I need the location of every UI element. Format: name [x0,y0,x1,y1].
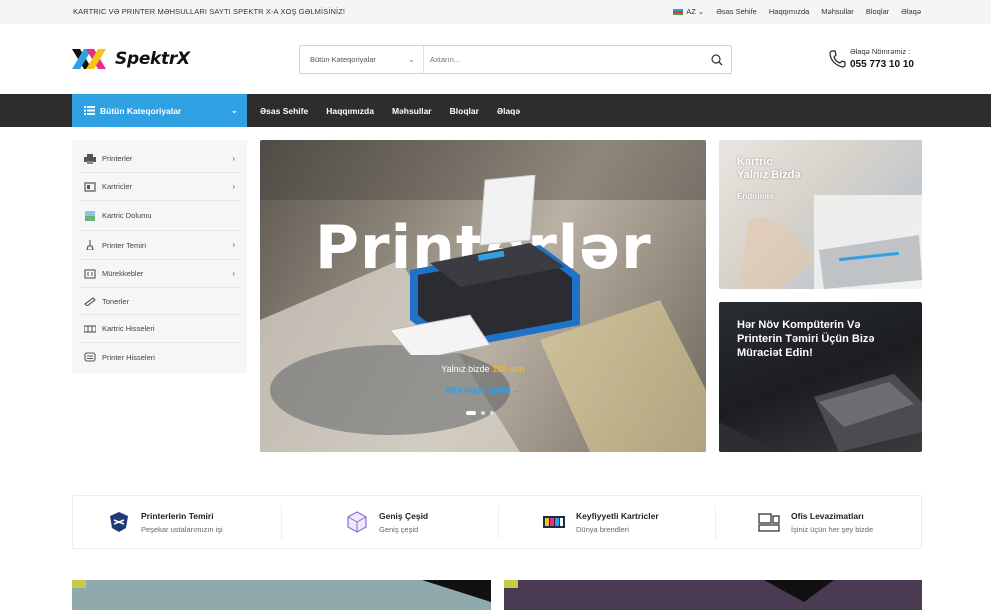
sidebar-item-cartridge-parts[interactable]: Kartric Hisseleri [80,315,241,343]
repair-icon [86,240,94,250]
feature-title: Ofis Levazimatları [791,510,864,521]
banner-cartridge[interactable]: Kartric Yalnız Bizdə Endirimlə [719,140,922,289]
category-sidebar: Printerler › Kartricler › Kartric Dolumu… [72,140,247,373]
slider-dot-3[interactable] [490,411,494,415]
top-link-products[interactable]: Məhsullar [821,7,854,16]
sidebar-item-cartridges[interactable]: Kartricler › [80,173,241,201]
sidebar-item-repair[interactable]: Printer Temiri › [80,231,241,260]
cartridge-icon [84,181,96,192]
main-nav: Bütün Kateqoriyalar ⌄ Əsas Sehife Haqqım… [0,94,991,127]
sidebar-item-printers[interactable]: Printerler › [80,145,241,173]
cartridge-parts-icon [84,324,96,333]
cube-icon [347,511,367,533]
nav-link-blogs[interactable]: Bloqlar [450,106,479,116]
search-button[interactable] [703,53,731,66]
banner-repair-title: Hər Növ Kompüterin Və Printerin Təmiri Ü… [737,319,875,359]
feature-cartridges: Keyfiyyetli Kartricler Dünya brendleri [542,496,659,548]
feature-office: Ofis Levazimatları İşiniz üçün her şey b… [757,496,873,548]
top-link-home[interactable]: Əsas Sehife [716,7,757,16]
slider-dot-2[interactable] [481,411,485,415]
bottom-banner-left-image [72,580,491,602]
sidebar-item-printer-parts[interactable]: Printer Hisseleri [80,343,241,371]
sidebar-item-toners[interactable]: Tonerler [80,288,241,315]
hero-promo-price: 100 azn [492,364,525,374]
sidebar-item-refill[interactable]: Kartric Dolumu [80,201,241,231]
contact-phone[interactable]: 055 773 10 10 [850,59,914,70]
top-link-about[interactable]: Haqqımızda [769,7,809,16]
nav-link-contact[interactable]: Əlaqə [497,106,520,116]
search-bar: Bütün Kateqoriyalar ⌄ [299,45,732,74]
chevron-right-icon: › [232,240,235,249]
office-supplies-icon [758,513,780,532]
refill-icon [85,210,95,221]
search-icon [711,53,723,65]
feature-repair: Printerlerin Temiri Peşekar ustalarımızı… [107,496,223,548]
search-input[interactable] [424,46,703,73]
chevron-down-icon: ⌄ [697,7,705,16]
nav-links: Əsas Sehife Haqqımızda Məhsullar Bloqlar… [260,94,520,127]
welcome-text: KARTRIC VƏ PRINTER MƏHSULLARI SAYTI SPEK… [73,7,346,16]
all-categories-button[interactable]: Bütün Kateqoriyalar ⌄ [72,94,247,127]
feature-divider [715,506,716,539]
repair-shield-icon [110,512,128,532]
printer-parts-icon [84,352,96,362]
hero-cta-link[interactable]: İNDİ KƏŞF EDİN! → [260,386,706,395]
top-link-blogs[interactable]: Bloqlar [866,7,889,16]
feature-divider [281,506,282,539]
feature-title: Keyfiyyetli Kartricler [576,510,659,521]
feature-subtitle: Geniş çeşid [379,524,419,534]
arrow-right-icon: → [512,386,521,395]
feature-subtitle: İşiniz üçün her şey bizde [791,524,874,534]
nav-link-about[interactable]: Haqqımızda [326,106,374,116]
category-select[interactable]: Bütün Kateqoriyalar ⌄ [300,46,424,73]
slider-dot-1[interactable] [466,411,476,415]
nav-link-products[interactable]: Məhsullar [392,106,432,116]
banner-repair[interactable]: Hər Növ Kompüterin Və Printerin Təmiri Ü… [719,302,922,452]
ink-icon [84,268,96,279]
cartridges-icon [543,516,565,528]
bottom-banner-right-image [504,580,834,602]
chevron-down-icon: ⌄ [230,105,238,115]
contact-block: Əlaqə Nömrəmiz : 055 773 10 10 [828,47,914,70]
printer-icon [84,153,96,164]
contact-label: Əlaqə Nömrəmiz : [850,47,911,56]
printer-illustration [390,175,580,355]
logo[interactable]: SpektrX [72,49,190,69]
hero-slider[interactable]: Printerlər Yalnız bizde 100 azn İNDİ KƏŞ… [260,140,706,452]
banner-cartridge-subtitle: Endirimlə [737,192,774,201]
features-bar: Printerlerin Temiri Peşekar ustalarımızı… [72,495,922,549]
chevron-right-icon: › [232,182,235,191]
hero-promo: Yalnız bizde 100 azn [441,364,525,374]
nav-link-home[interactable]: Əsas Sehife [260,106,308,116]
feature-title: Geniş Çeşid [379,510,429,521]
logo-mark-icon [72,49,106,69]
feature-subtitle: Peşekar ustalarımızın işi [141,524,223,534]
banner-cartridge-title: Kartric Yalnız Bizdə [737,156,801,181]
chevron-right-icon: › [232,154,235,163]
top-links: AZ ⌄ Əsas Sehife Haqqımızda Məhsullar Bl… [673,7,921,16]
menu-icon [84,106,95,115]
sidebar-item-inks[interactable]: Mürekkebler › [80,260,241,288]
chevron-right-icon: › [232,269,235,278]
feature-divider [498,506,499,539]
feature-subtitle: Dünya brendleri [576,524,629,534]
slider-dots [466,411,494,415]
bottom-banner-right[interactable] [504,580,922,610]
feature-variety: Geniş Çeşid Geniş çeşid [345,496,428,548]
toner-icon [84,297,96,306]
top-link-contact[interactable]: Əlaqə [901,7,921,16]
chevron-down-icon: ⌄ [408,55,415,64]
feature-title: Printerlerin Temiri [141,510,214,521]
logo-text: SpektrX [115,49,190,69]
phone-icon [829,49,846,68]
top-bar: KARTRIC VƏ PRINTER MƏHSULLARI SAYTI SPEK… [0,0,991,24]
language-selector[interactable]: AZ ⌄ [673,7,704,16]
flag-icon [673,9,684,16]
bottom-banner-left[interactable] [72,580,491,610]
